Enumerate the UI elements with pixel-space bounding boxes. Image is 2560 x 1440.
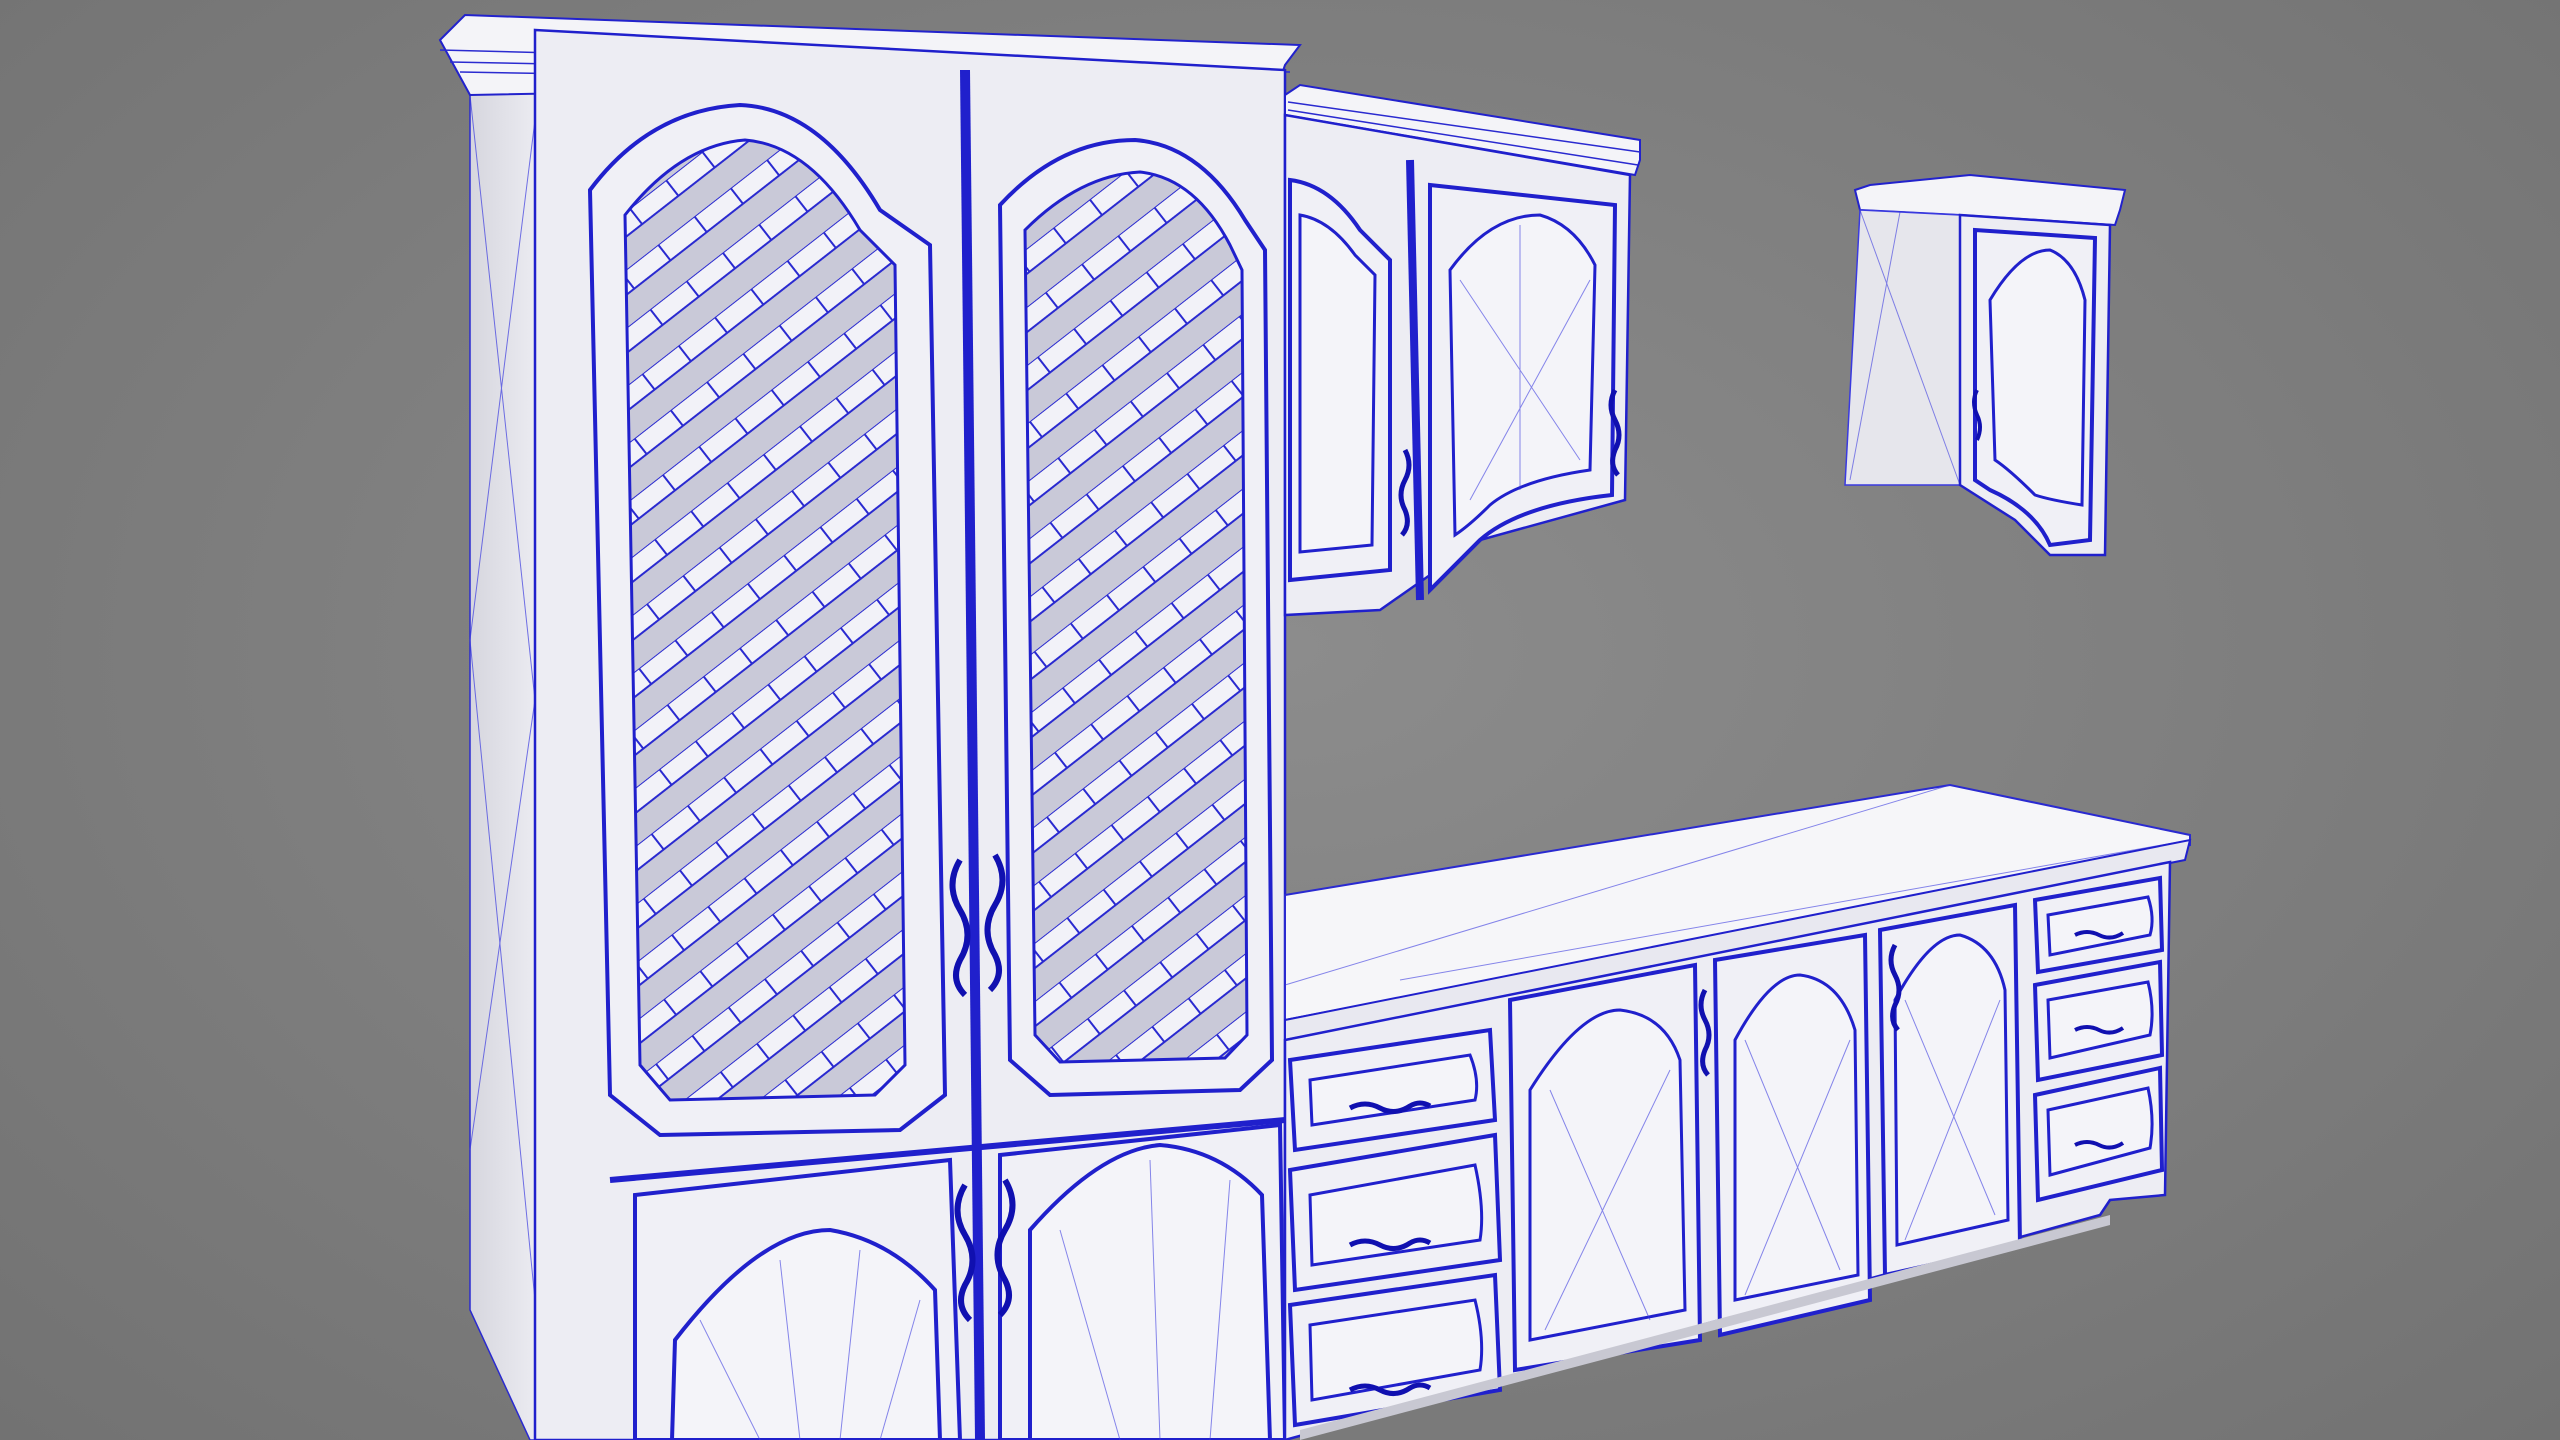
tall-pantry-cabinet[interactable]: [438, 13, 1302, 1440]
base-door-2[interactable]: [1698, 932, 1873, 1338]
base-door-3[interactable]: [1877, 902, 2023, 1278]
upper-wall-cabinet[interactable]: [1283, 83, 1641, 617]
small-corner-wall-cabinet[interactable]: [1844, 173, 2127, 557]
left-drawer-stack[interactable]: [1287, 1027, 1503, 1428]
upper-right-lattice-door[interactable]: [997, 137, 1275, 1098]
base-cabinet-counter[interactable]: [1283, 783, 2192, 1440]
upper-left-lattice-door[interactable]: [587, 102, 948, 1138]
right-drawer-stack[interactable]: [2032, 875, 2165, 1203]
lower-left-door[interactable]: [633, 1157, 963, 1440]
base-door-1[interactable]: [1507, 962, 1703, 1373]
corner-cabinet-side: [1844, 209, 1961, 486]
wireframe-render: [438, 13, 2192, 1440]
lower-right-door[interactable]: [998, 1122, 1288, 1440]
3d-viewport[interactable]: [0, 0, 2560, 1440]
wall-cabinet-right-door[interactable]: [1428, 182, 1622, 595]
pantry-side-panel: [469, 48, 536, 1440]
